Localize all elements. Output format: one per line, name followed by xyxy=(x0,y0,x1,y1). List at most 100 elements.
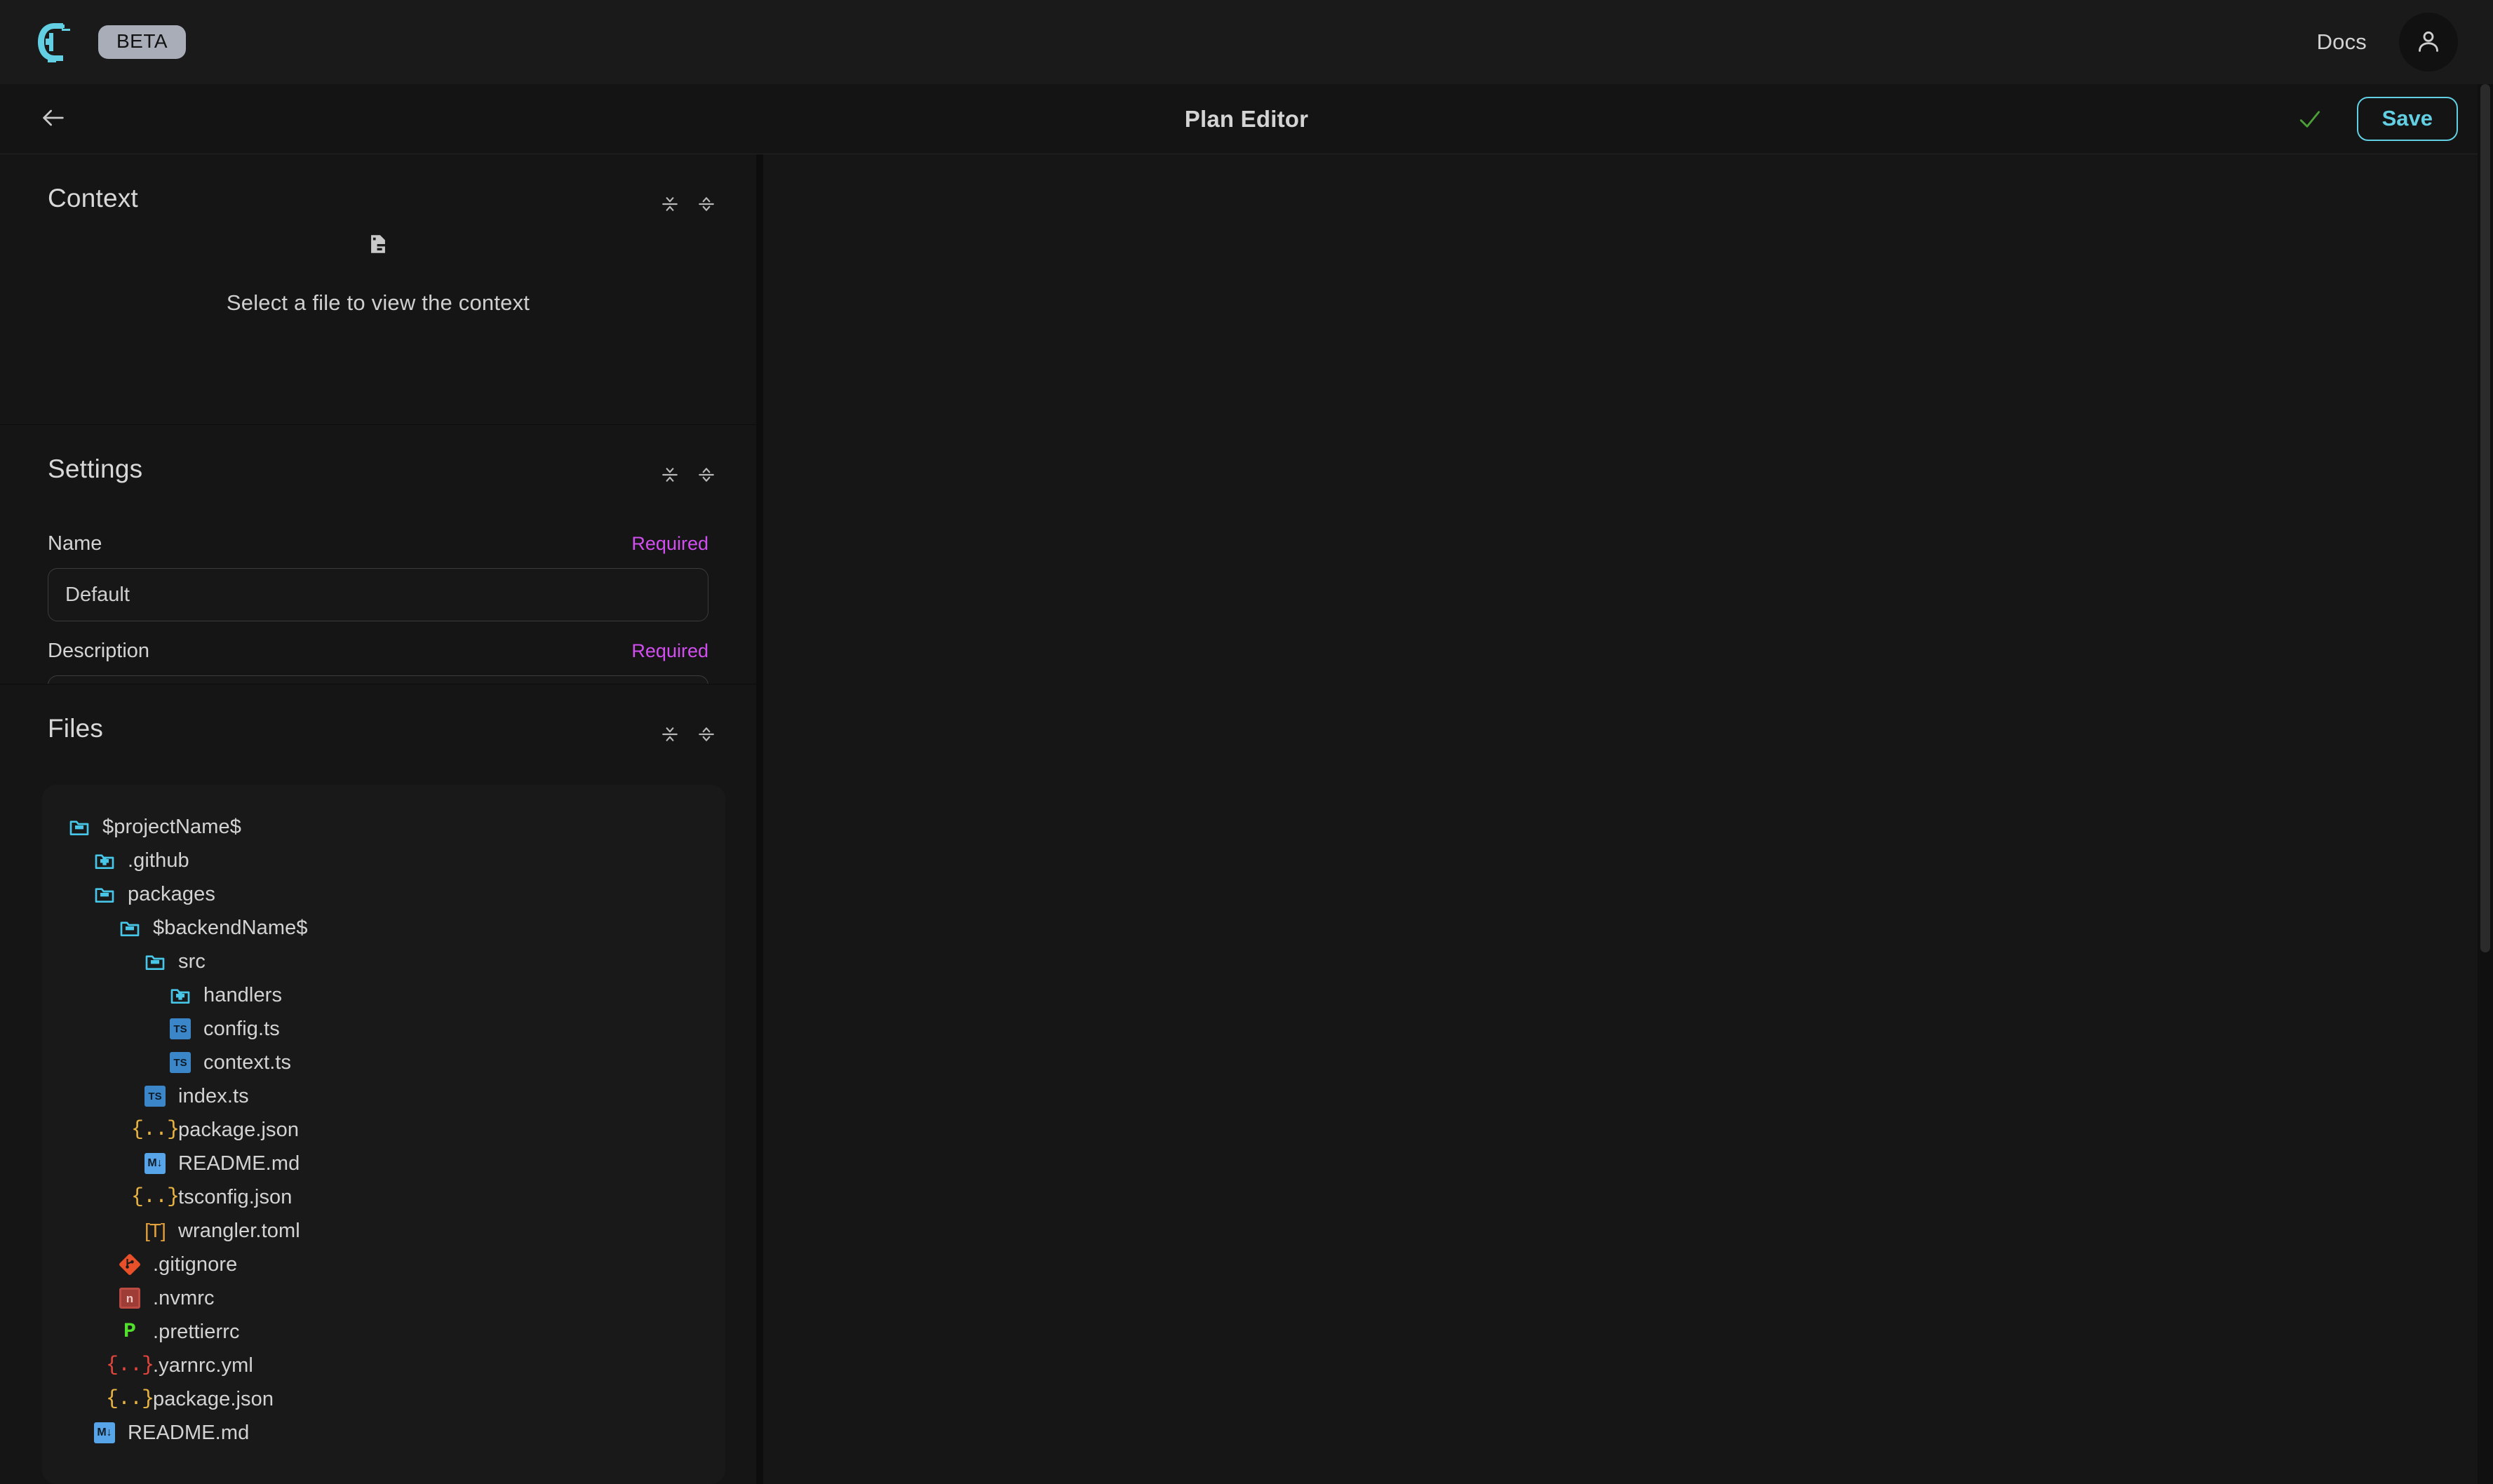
file-tree-label: $backendName$ xyxy=(153,917,308,940)
context-empty-state: Select a file to view the context xyxy=(0,220,756,424)
description-field-label: Description xyxy=(48,640,149,663)
context-expand-button[interactable] xyxy=(693,191,720,220)
file-tree-row[interactable]: TScontext.ts xyxy=(42,1046,725,1079)
arrow-left-icon xyxy=(39,104,67,134)
typescript-file-icon: TS xyxy=(143,1084,167,1108)
file-tree-label: handlers xyxy=(203,984,282,1007)
nvm-file-icon: n xyxy=(118,1286,142,1310)
page-title: Plan Editor xyxy=(0,106,2493,133)
editor-body: Context xyxy=(0,154,2493,1484)
collapse-vertical-icon xyxy=(661,195,679,215)
folder-open-icon xyxy=(118,916,142,940)
file-tree-row[interactable]: packages xyxy=(42,877,725,911)
file-tree-row[interactable]: .gitignore xyxy=(42,1248,725,1281)
context-panel-title: Context xyxy=(48,185,138,211)
back-button[interactable] xyxy=(34,100,73,139)
file-tree-label: index.ts xyxy=(178,1085,249,1108)
folder-open-icon xyxy=(93,882,116,906)
name-required-badge: Required xyxy=(631,533,708,555)
name-input[interactable] xyxy=(48,568,708,621)
toolbar-right-actions: Save xyxy=(2294,97,2458,141)
settings-expand-button[interactable] xyxy=(693,461,720,490)
folder-closed-icon xyxy=(168,983,192,1007)
yaml-file-icon: {..} xyxy=(118,1354,142,1377)
files-collapse-button[interactable] xyxy=(657,721,683,750)
file-tree-label: .prettierrc xyxy=(153,1321,240,1344)
file-tree-label: package.json xyxy=(178,1119,299,1142)
files-tree-body: $projectName$ .github packages $backendName… xyxy=(0,750,756,1484)
files-panel-header: Files xyxy=(0,684,756,750)
file-tree-row[interactable]: n .nvmrc xyxy=(42,1281,725,1315)
toml-file-icon: [T] xyxy=(143,1219,167,1243)
file-tree-label: tsconfig.json xyxy=(178,1186,293,1209)
file-tree-label: .gitignore xyxy=(153,1253,237,1276)
file-tree-label: .nvmrc xyxy=(153,1287,215,1310)
sidebar-resize-handle[interactable] xyxy=(756,154,763,1484)
folder-open-icon xyxy=(67,815,91,839)
file-tree-row[interactable]: {..} .yarnrc.yml xyxy=(42,1349,725,1382)
file-tree-row[interactable]: M↓ README.md xyxy=(42,1416,725,1450)
settings-panel: Settings xyxy=(0,424,756,684)
name-field-label: Name xyxy=(48,532,102,555)
markdown-file-icon: M↓ xyxy=(93,1421,116,1445)
topbar-right-actions: Docs xyxy=(2317,13,2458,72)
left-sidebar: Context xyxy=(0,154,756,1484)
file-tree-label: package.json xyxy=(153,1388,274,1411)
account-avatar-button[interactable] xyxy=(2399,13,2458,72)
file-tree-row[interactable]: P .prettierrc xyxy=(42,1315,725,1349)
file-tree-row[interactable]: TSconfig.ts xyxy=(42,1012,725,1046)
file-tree-label: src xyxy=(178,950,206,973)
files-expand-button[interactable] xyxy=(693,721,720,750)
expand-vertical-icon xyxy=(697,466,715,486)
file-tree-label: README.md xyxy=(128,1422,249,1445)
file-tree-label: packages xyxy=(128,883,215,906)
markdown-file-icon: M↓ xyxy=(143,1152,167,1175)
check-icon xyxy=(2294,103,2326,135)
docs-link[interactable]: Docs xyxy=(2317,29,2367,55)
settings-panel-header: Settings xyxy=(0,425,756,490)
file-tree: $projectName$ .github packages $backendName… xyxy=(42,785,725,1484)
name-field-row: Name Required xyxy=(48,532,708,555)
json-file-icon: {..} xyxy=(118,1387,142,1411)
file-tree-row[interactable]: {..} package.json xyxy=(42,1382,725,1416)
collapse-vertical-icon xyxy=(661,466,679,486)
file-tree-row[interactable]: TS index.ts xyxy=(42,1079,725,1113)
expand-vertical-icon xyxy=(697,195,715,215)
user-avatar-icon xyxy=(2414,27,2442,58)
page-scrollbar[interactable] xyxy=(2478,84,2493,1484)
file-tree-label: config.ts xyxy=(203,1018,280,1041)
brand-group: BETA xyxy=(34,20,186,64)
file-tree-row[interactable]: $backendName$ xyxy=(42,911,725,945)
file-tree-label: wrangler.toml xyxy=(178,1220,300,1243)
file-tree-label: README.md xyxy=(178,1152,300,1175)
file-tree-row[interactable]: $projectName$ xyxy=(42,810,725,844)
description-required-badge: Required xyxy=(631,640,708,662)
settings-collapse-button[interactable] xyxy=(657,461,683,490)
git-file-icon xyxy=(118,1253,142,1276)
context-panel-header: Context xyxy=(0,154,756,220)
description-input[interactable] xyxy=(48,675,708,684)
file-tree-row[interactable]: src xyxy=(42,945,725,978)
file-tree-row[interactable]: .github xyxy=(42,844,725,877)
folder-open-icon xyxy=(143,950,167,973)
file-tree-row[interactable]: {..} package.json xyxy=(42,1113,725,1147)
json-file-icon: {..} xyxy=(143,1118,167,1142)
file-tree-row[interactable]: [T] wrangler.toml xyxy=(42,1214,725,1248)
page-scrollbar-thumb[interactable] xyxy=(2480,84,2490,952)
file-tree-row[interactable]: M↓ README.md xyxy=(42,1147,725,1180)
file-tree-label: .yarnrc.yml xyxy=(153,1354,253,1377)
save-button[interactable]: Save xyxy=(2357,97,2458,141)
expand-vertical-icon xyxy=(697,725,715,746)
file-tree-row[interactable]: {..}tsconfig.json xyxy=(42,1180,725,1214)
typescript-file-icon: TS xyxy=(168,1051,192,1074)
files-panel-title: Files xyxy=(48,715,103,741)
file-tree-label: $projectName$ xyxy=(102,816,241,839)
context-collapse-button[interactable] xyxy=(657,191,683,220)
beta-badge: BETA xyxy=(98,25,186,59)
prettier-file-icon: P xyxy=(118,1320,142,1344)
files-panel: Files xyxy=(0,684,756,1484)
description-field-row: Description Required xyxy=(48,640,708,663)
logo-c-mark[interactable] xyxy=(34,20,70,64)
top-navigation-bar: BETA Docs xyxy=(0,0,2493,84)
file-tree-row[interactable]: handlers xyxy=(42,978,725,1012)
